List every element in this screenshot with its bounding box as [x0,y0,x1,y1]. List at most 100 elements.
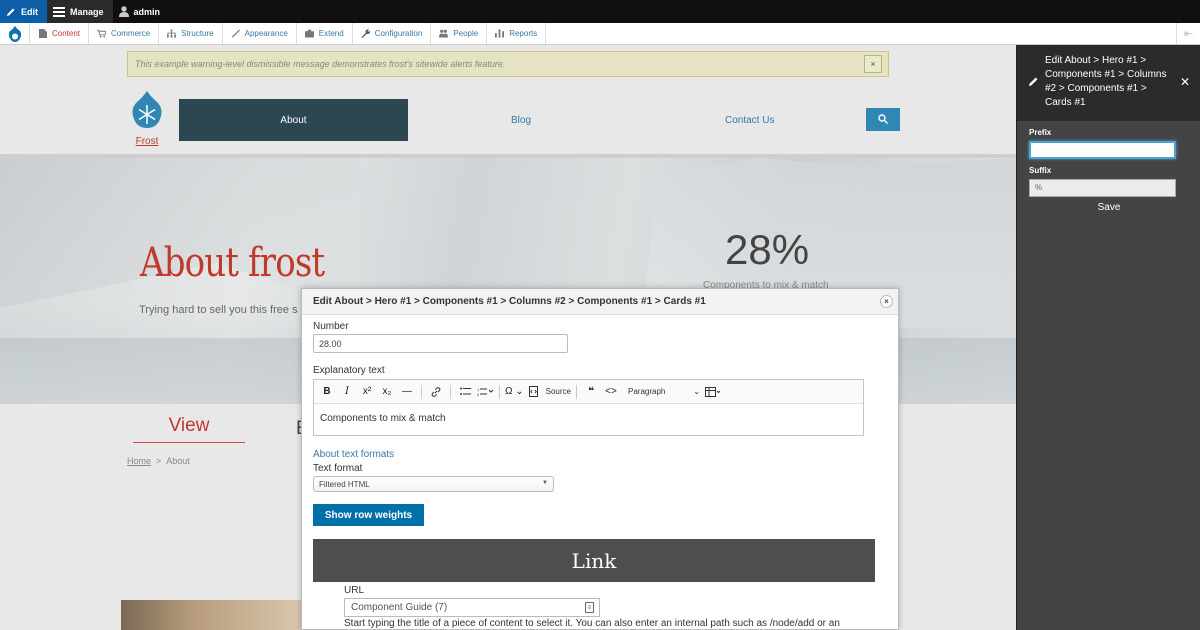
toolbar-manage-tab[interactable]: Manage [47,0,113,23]
dialog-title: Edit About > Hero #1 > Components #1 > C… [313,296,706,307]
subscript-icon[interactable]: x₂ [378,383,396,401]
svg-text:2: 2 [477,392,480,396]
drupal-logo-icon[interactable] [0,23,30,44]
tray-item-people[interactable]: People [431,23,488,44]
text-format-select-value: Filtered HTML [319,480,370,489]
alert-message: This example warning-level dismissible m… [135,59,506,69]
site-header: Frost About Blog Contact Us [0,83,1016,156]
nav-item-about[interactable]: About [179,99,408,141]
blockquote-icon[interactable]: ❝ [582,383,600,401]
tray-item-appearance[interactable]: Appearance [223,23,297,44]
source-button-label[interactable]: Source [546,387,571,396]
tray-item-extend[interactable]: Extend [297,23,353,44]
heading-select-value: Paragraph [628,387,666,396]
pencil-icon [1028,76,1039,92]
url-field-value: Component Guide (7) [351,602,448,613]
toolbar-edit-tab[interactable]: Edit [0,0,47,23]
text-format-label: Text format [313,463,363,474]
bulleted-list-icon[interactable] [456,383,474,401]
site-branding[interactable]: Frost [130,91,164,147]
link-icon[interactable] [427,383,445,401]
tray-item-reports[interactable]: Reports [487,23,547,44]
suffix-field[interactable]: % [1029,179,1176,197]
breadcrumb: Home > About [127,456,190,466]
toolbar-user-label: admin [133,6,161,17]
editor-content[interactable]: Components to mix & match [314,404,863,433]
search-icon [878,111,888,129]
chevron-down-icon: ⌄ [693,387,700,396]
tray-item-label: Commerce [111,29,151,38]
about-text-formats-link[interactable]: About text formats [313,449,394,460]
italic-icon[interactable]: I [338,383,356,401]
user-icon [118,6,129,17]
number-field[interactable]: 28.00 [313,334,568,353]
superscript-icon[interactable]: x² [358,383,376,401]
dialog-header: Edit About > Hero #1 > Components #1 > C… [302,289,898,315]
url-autocomplete-field[interactable]: Component Guide (7) ≡ [344,598,600,617]
sidebar-close-button[interactable]: ✕ [1180,75,1190,89]
off-canvas-sidebar: Edit About > Hero #1 > Components #1 > C… [1016,45,1200,630]
nav-item-blog[interactable]: Blog [511,99,531,141]
toolbar-separator [499,384,500,399]
table-icon[interactable] [704,383,722,401]
toolbar-user-tab[interactable]: admin [113,0,170,23]
nav-item-contact[interactable]: Contact Us [725,99,774,141]
tray-item-label: Extend [318,29,344,38]
admin-tray: Content Commerce Structure Appearance Ex… [0,23,1200,45]
wrench-icon [361,28,370,38]
tray-item-label: Content [52,29,81,38]
link-section-heading: Link [313,539,875,582]
tray-item-label: Appearance [244,29,288,38]
text-format-select[interactable]: Filtered HTML ▼ [313,476,554,492]
site-name-link[interactable]: Frost [130,136,164,147]
hero-title: About frost [140,240,325,286]
tray-item-label: Reports [509,29,538,38]
bold-icon[interactable]: B [318,383,336,401]
search-button[interactable] [866,108,900,131]
tray-item-configuration[interactable]: Configuration [353,23,432,44]
sidebar-header: Edit About > Hero #1 > Components #1 > C… [1017,45,1200,121]
hero-subtitle: Trying hard to sell you this free s [139,304,298,316]
rich-text-editor: B I x² x₂ — 12 Ω ⌄ Source ❝ <> Paragraph… [313,379,864,436]
horizontal-line-icon[interactable]: — [398,383,416,401]
toolbar-separator [576,384,577,399]
sitewide-alert: This example warning-level dismissible m… [127,51,889,77]
save-button[interactable]: Save [1017,202,1200,213]
breadcrumb-separator: > [156,456,162,466]
puzzle-icon [304,29,314,38]
dialog-close-button[interactable]: × [880,295,893,308]
page-icon [38,29,47,38]
tray-item-label: Configuration [374,29,423,38]
pencil-icon [6,7,16,17]
numbered-list-icon[interactable]: 12 [476,383,494,401]
url-label: URL [344,585,365,596]
breadcrumb-home-link[interactable]: Home [127,456,151,466]
triangle-down-icon: ▼ [542,480,548,486]
code-icon[interactable]: <> [602,383,620,401]
stat-value: 28% [725,226,810,273]
source-icon[interactable] [526,383,544,401]
breadcrumb-current: About [166,456,190,466]
url-help-text: Start typing the title of a piece of con… [344,618,840,629]
prefix-field[interactable] [1029,141,1176,159]
toolbar-edit-label: Edit [21,6,38,17]
sidebar-title: Edit About > Hero #1 > Components #1 > C… [1045,55,1167,108]
toolbar-separator [421,384,422,399]
prefix-label: Prefix [1029,128,1052,137]
heading-select[interactable]: Paragraph ⌄ [622,387,702,396]
people-icon [439,29,449,38]
tray-item-structure[interactable]: Structure [159,23,223,44]
tab-view[interactable]: View [133,415,245,443]
alert-close-button[interactable]: × [864,55,882,73]
snowflake-logo-icon [131,91,163,133]
show-row-weights-button[interactable]: Show row weights [313,504,424,526]
tray-item-content[interactable]: Content [30,23,90,44]
tray-orientation-toggle-icon[interactable]: ⇤ [1176,23,1200,44]
autocomplete-icon: ≡ [585,602,594,613]
paintbrush-icon [231,29,240,38]
special-characters-icon[interactable]: Ω ⌄ [505,383,524,401]
hamburger-icon [53,6,65,17]
toolbar-manage-label: Manage [70,6,104,17]
tray-item-commerce[interactable]: Commerce [89,23,160,44]
admin-toolbar: Edit Manage admin [0,0,1200,23]
